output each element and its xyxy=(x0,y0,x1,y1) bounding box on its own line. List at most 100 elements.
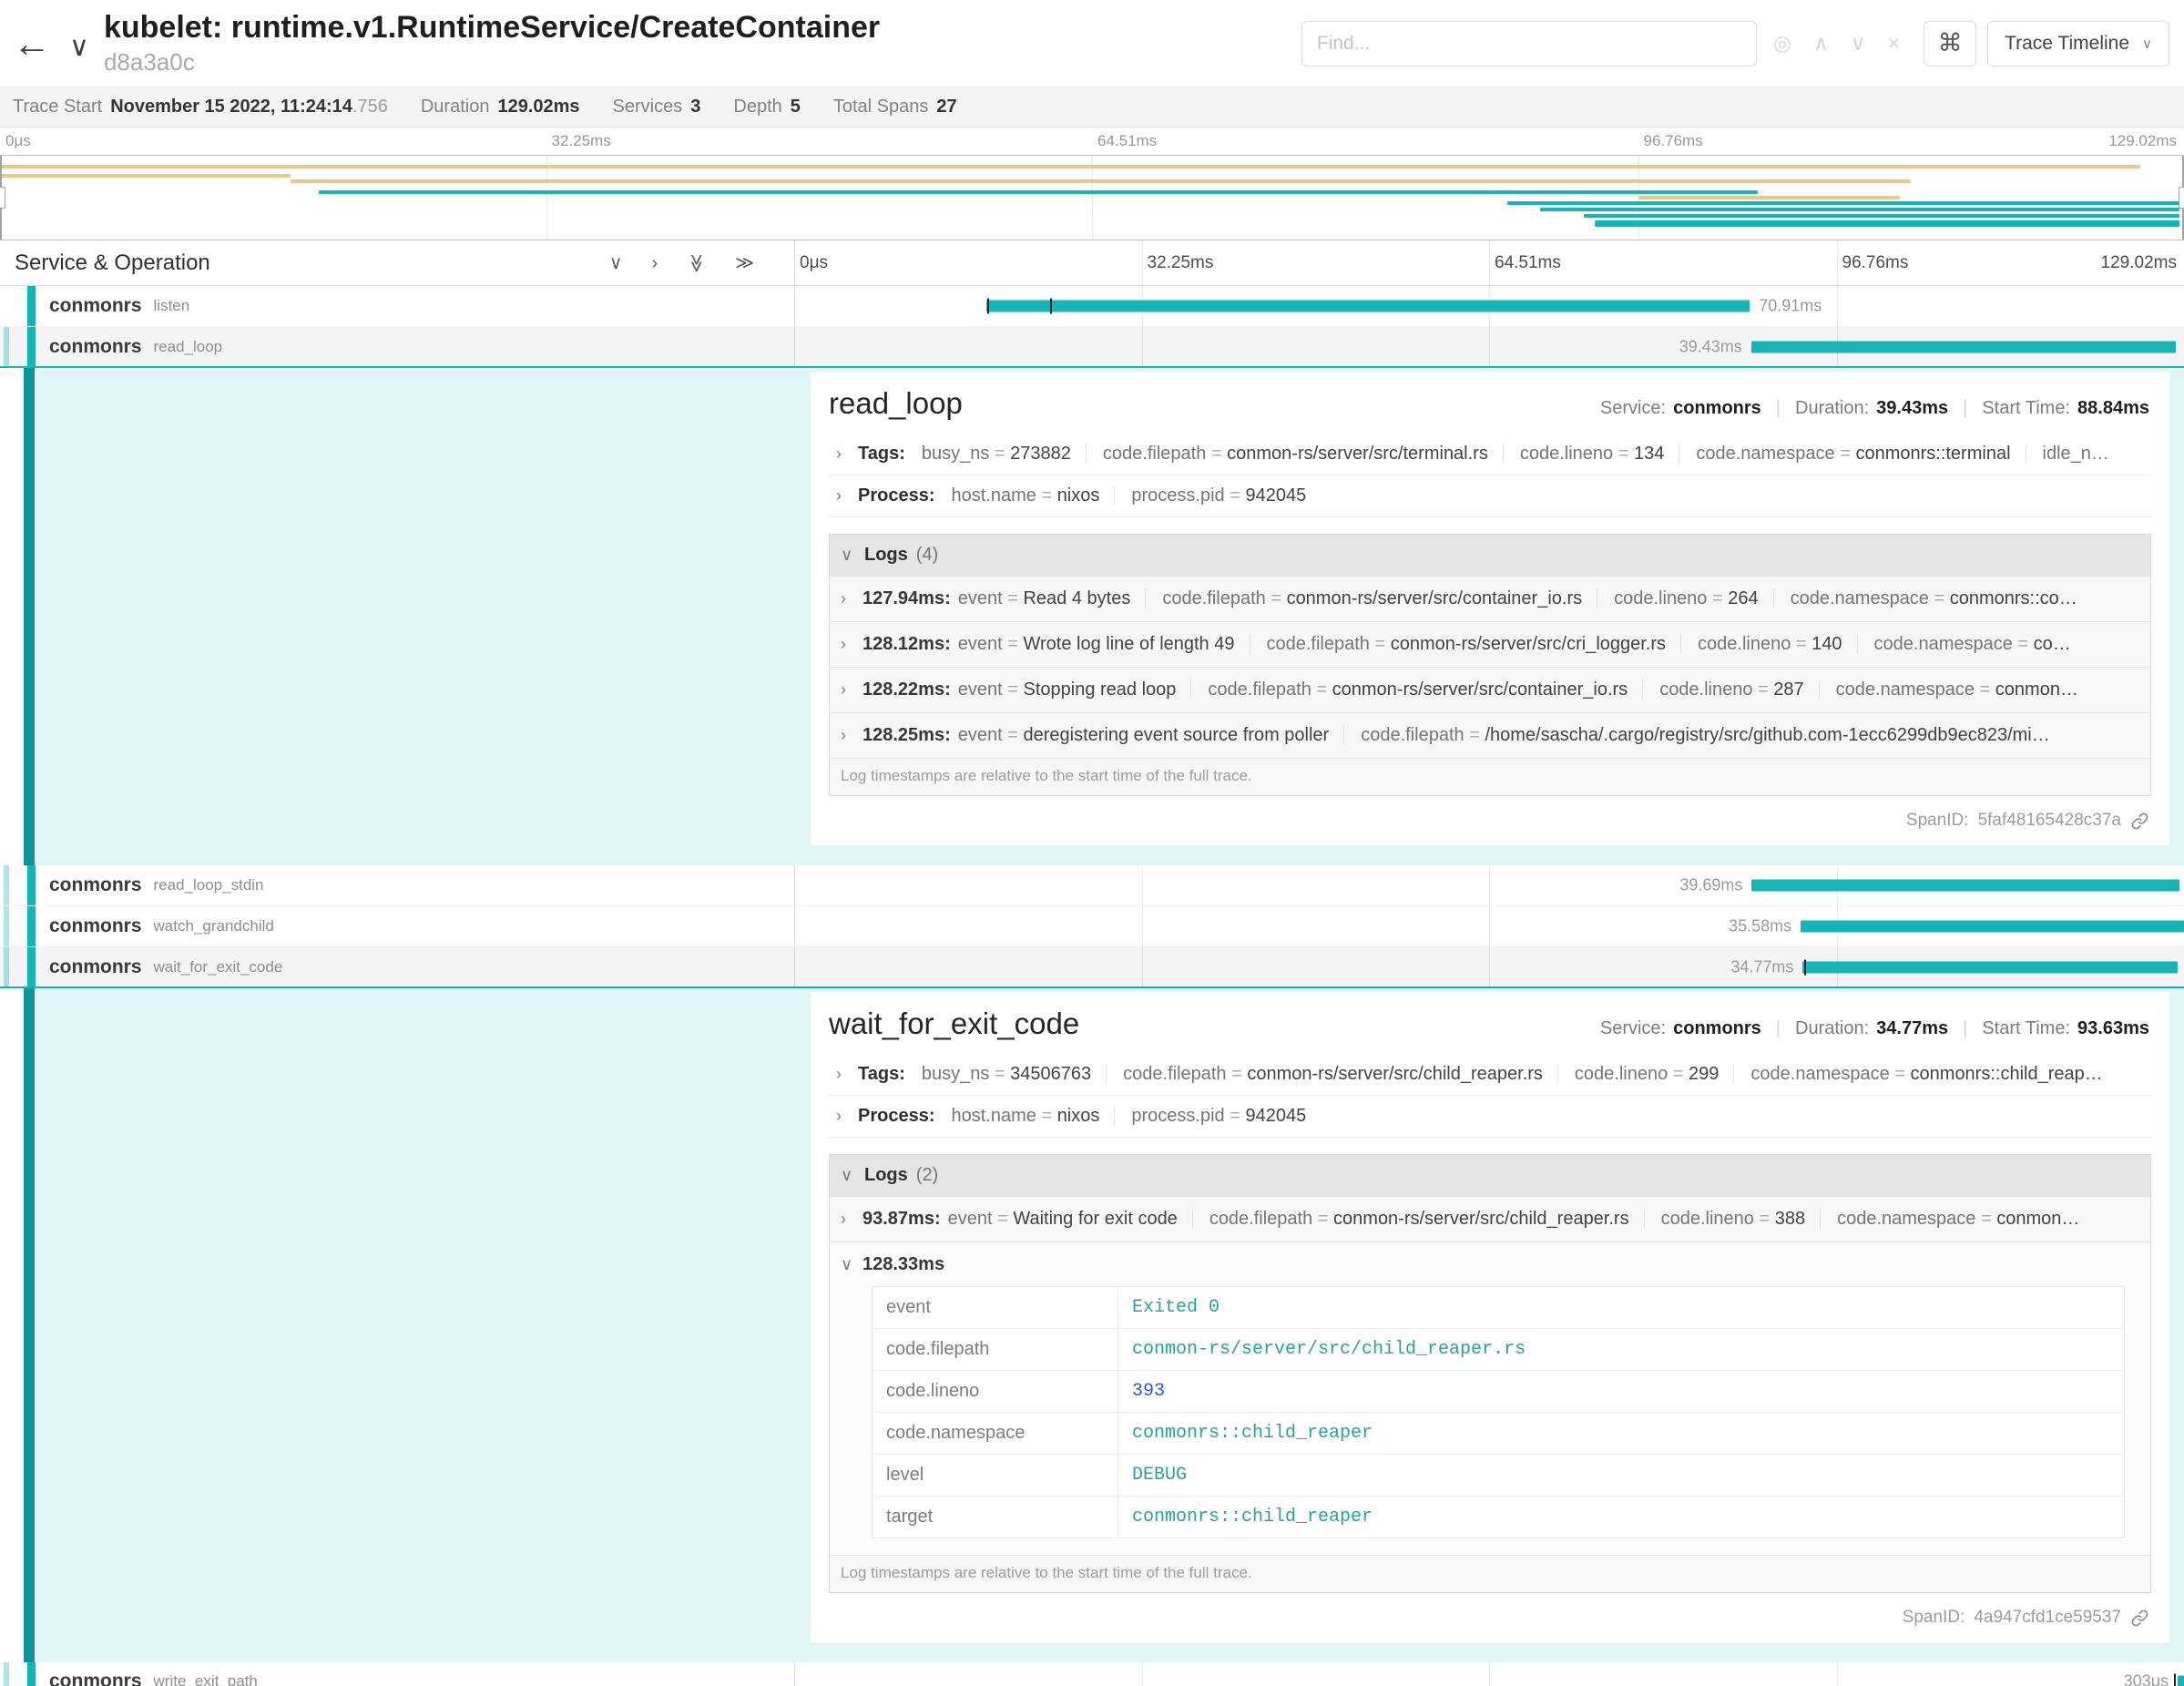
next-match-icon[interactable]: ∨ xyxy=(1851,33,1866,54)
key-value-item: code.filepath = /home/sascha/.cargo/regi… xyxy=(1343,725,2050,745)
key-value-item: event = Waiting for exit code xyxy=(948,1209,1178,1229)
clear-search-icon[interactable]: × xyxy=(1888,33,1900,54)
minimap-span-line xyxy=(1595,220,2180,227)
log-field-key: code.namespace xyxy=(873,1413,1118,1455)
log-entry-header[interactable]: ∨128.33ms xyxy=(841,1254,2139,1275)
section-label: Process: xyxy=(858,485,935,506)
log-entry[interactable]: ›93.87ms:event = Waiting for exit codeco… xyxy=(830,1196,2150,1242)
log-entry[interactable]: ›128.25ms:event = deregistering event so… xyxy=(830,712,2150,758)
log-entry[interactable]: ›128.22ms:event = Stopping read loopcode… xyxy=(830,667,2150,712)
span-detail-title: wait_for_exit_code xyxy=(829,1006,1079,1041)
span-row: conmonrslisten70.91ms xyxy=(0,286,2184,327)
timeline-tick-label: 129.02ms xyxy=(2108,132,2177,150)
timeline-tick-labels: 0μs32.25ms64.51ms96.76ms129.02ms xyxy=(794,240,2184,285)
minimap-span-line xyxy=(0,174,291,178)
summary-item: Trace StartNovember 15 2022, 11:24:14.75… xyxy=(13,97,388,118)
span-duration-bar[interactable] xyxy=(986,301,1750,312)
span-detail-meta: Service:conmonrs|Duration:34.77ms|Start … xyxy=(1600,1018,2149,1039)
key-value-item: busy_ns = 273882 xyxy=(922,444,1071,464)
span-id-row: SpanID:5faf48165428c37a xyxy=(829,796,2151,833)
log-field-row: code.filepathconmon-rs/server/src/child_… xyxy=(873,1329,2125,1371)
span-name-cell[interactable]: conmonrslisten xyxy=(0,286,794,326)
span-name-cell[interactable]: conmonrsread_loop_stdin xyxy=(0,865,794,905)
log-field-key: code.filepath xyxy=(873,1329,1118,1371)
header-actions: ◎ ∧ ∨ × ⌘ Trace Timeline ∨ xyxy=(1301,21,2169,66)
span-link-icon[interactable] xyxy=(2130,1609,2149,1628)
key-value-item: event = Read 4 bytes xyxy=(958,588,1131,608)
logs-count: (2) xyxy=(916,1165,938,1186)
prev-match-icon[interactable]: ∧ xyxy=(1813,33,1829,54)
drag-grip-icon xyxy=(2179,187,2184,209)
minimap-span-line xyxy=(1584,214,2180,218)
key-value-item: code.namespace = conmonrs::co… xyxy=(1773,588,2077,608)
logs-header[interactable]: ∨Logs(4) xyxy=(830,535,2150,576)
timeline-tick-label: 96.76ms xyxy=(1644,132,1703,150)
span-timeline-cell[interactable]: 303μs xyxy=(794,1662,2184,1686)
minimap-canvas[interactable] xyxy=(0,155,2184,240)
span-duration-bar[interactable] xyxy=(1801,921,2184,933)
span-duration-label: 39.43ms xyxy=(1679,337,1742,356)
span-name-cell[interactable]: conmonrswrite_exit_path xyxy=(0,1662,794,1686)
span-tree-guide xyxy=(4,906,9,946)
key-value-item: code.filepath = conmon-rs/server/src/chi… xyxy=(1106,1064,1543,1084)
timeline-minimap: 0μs32.25ms64.51ms96.76ms129.02ms xyxy=(0,128,2184,240)
jaeger-trace-view: ← ∨ kubelet: runtime.v1.RuntimeService/C… xyxy=(0,0,2184,1686)
collapse-one-level-icon[interactable]: › xyxy=(651,254,658,272)
span-id-row: SpanID:4a947cfd1ce59537 xyxy=(829,1593,2151,1630)
span-link-icon[interactable] xyxy=(2130,812,2149,831)
span-duration-bar[interactable] xyxy=(2178,1676,2184,1686)
span-name-cell[interactable]: conmonrswait_for_exit_code xyxy=(0,947,794,986)
span-timeline-cell[interactable]: 39.43ms xyxy=(794,327,2184,366)
service-color-bar xyxy=(27,1662,36,1686)
span-timeline-cell[interactable]: 34.77ms xyxy=(794,947,2184,986)
trace-view-selector[interactable]: Trace Timeline ∨ xyxy=(1987,21,2169,66)
logs-label: Logs xyxy=(864,1165,908,1186)
span-name-cell[interactable]: conmonrsread_loop xyxy=(0,327,794,366)
tags-accordion[interactable]: ›Tags:busy_ns = 273882code.filepath = co… xyxy=(829,434,2151,475)
minimap-span-line xyxy=(291,179,319,183)
keyboard-shortcuts-button[interactable]: ⌘ xyxy=(1924,21,1976,66)
expand-one-level-icon[interactable]: ∨ xyxy=(609,254,623,272)
logs-section: ∨Logs(4)›127.94ms:event = Read 4 bytesco… xyxy=(829,534,2151,796)
log-entry[interactable]: ›128.12ms:event = Wrote log line of leng… xyxy=(830,621,2150,667)
chevron-right-icon: › xyxy=(841,1210,861,1229)
trace-title: kubelet: runtime.v1.RuntimeService/Creat… xyxy=(104,10,880,46)
span-timeline-cell[interactable]: 35.58ms xyxy=(794,906,2184,946)
summary-label: Total Spans xyxy=(833,97,929,117)
meta-label: Service: xyxy=(1600,398,1666,419)
log-timestamp: 128.12ms: xyxy=(862,634,951,655)
logs-header[interactable]: ∨Logs(2) xyxy=(830,1155,2150,1196)
trace-header-collapse-toggle[interactable]: ∨ xyxy=(64,30,95,64)
minimap-left-handle[interactable] xyxy=(0,156,2,240)
log-entry[interactable]: ›127.94ms:event = Read 4 bytescode.filep… xyxy=(830,576,2150,621)
span-color-bar xyxy=(24,988,35,1662)
span-id-label: SpanID: xyxy=(1903,1608,1965,1628)
process-accordion[interactable]: ›Process:host.name = nixosprocess.pid = … xyxy=(829,1096,2151,1138)
collapse-all-icon[interactable]: ≫ xyxy=(735,254,754,272)
meta-value: conmonrs xyxy=(1673,1018,1761,1039)
operation-name: read_loop xyxy=(154,338,223,356)
process-accordion[interactable]: ›Process:host.name = nixosprocess.pid = … xyxy=(829,475,2151,517)
span-duration-bar[interactable] xyxy=(1751,880,2179,892)
span-duration-bar[interactable] xyxy=(1751,341,2176,353)
summary-item: Total Spans 27 xyxy=(833,97,957,118)
key-value-item: code.lineno = 140 xyxy=(1680,634,1842,654)
find-input[interactable] xyxy=(1301,21,1757,66)
back-button[interactable]: ← xyxy=(0,0,64,87)
meta-label: Duration: xyxy=(1795,398,1869,419)
span-name-cell[interactable]: conmonrswatch_grandchild xyxy=(0,906,794,946)
operation-name: watch_grandchild xyxy=(154,917,274,935)
summary-value-suffix: .756 xyxy=(352,97,388,117)
meta-separator: | xyxy=(1776,1018,1781,1039)
key-value-item: code.namespace = conmon… xyxy=(1820,1209,2079,1229)
match-target-icon[interactable]: ◎ xyxy=(1773,33,1791,54)
chevron-down-icon: ∨ xyxy=(841,1255,861,1274)
span-duration-bar[interactable] xyxy=(1802,961,2177,973)
tags-accordion[interactable]: ›Tags:busy_ns = 34506763code.filepath = … xyxy=(829,1054,2151,1096)
span-timeline-cell[interactable]: 70.91ms xyxy=(794,286,2184,326)
expand-all-icon[interactable]: ≫ xyxy=(688,253,706,272)
span-timeline-cell[interactable]: 39.69ms xyxy=(794,865,2184,905)
summary-value: 27 xyxy=(936,97,956,117)
key-value-item: code.namespace = conmon… xyxy=(1819,680,2078,700)
key-value-item: code.filepath = conmon-rs/server/src/con… xyxy=(1145,588,1582,608)
